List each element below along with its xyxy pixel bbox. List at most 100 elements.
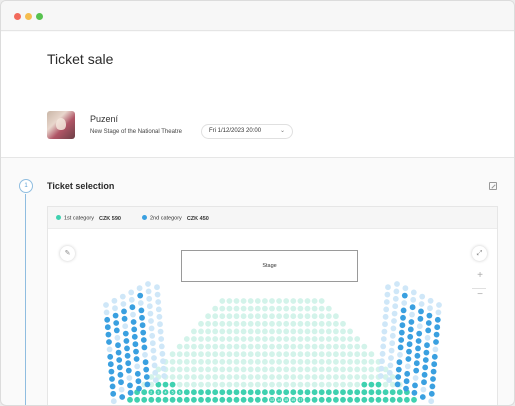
- seat-cat1[interactable]: [240, 305, 247, 312]
- seat-cat1[interactable]: [226, 336, 233, 342]
- seat-cat1[interactable]: [347, 366, 353, 373]
- seat-cat2[interactable]: [148, 318, 154, 324]
- seat-cat1[interactable]: [233, 328, 240, 335]
- seat-cat1[interactable]: [212, 351, 219, 358]
- seat-cat1[interactable]: [311, 336, 318, 342]
- seat-cat2[interactable]: [398, 337, 405, 343]
- seat-cat1[interactable]: [347, 351, 353, 358]
- seat-cat1[interactable]: [247, 389, 254, 396]
- seat-cat1[interactable]: [176, 351, 183, 358]
- seat-cat1[interactable]: [240, 381, 247, 388]
- seat-cat2[interactable]: [160, 365, 167, 372]
- seat-cat2[interactable]: [424, 342, 430, 349]
- seat-cat2[interactable]: [409, 304, 416, 311]
- seat-cat1[interactable]: [269, 358, 275, 365]
- seat-cat1[interactable]: [226, 381, 233, 388]
- seat-cat1[interactable]: [183, 396, 190, 403]
- seat-cat1[interactable]: [269, 336, 275, 342]
- seat-cat1[interactable]: [375, 396, 382, 403]
- seat-cat1[interactable]: [382, 389, 389, 396]
- seat-cat1[interactable]: [240, 313, 247, 320]
- seat-cat1[interactable]: [333, 343, 339, 350]
- seat-cat1[interactable]: [205, 374, 212, 380]
- seat-cat1[interactable]: [198, 336, 204, 342]
- seat-cat2[interactable]: [383, 299, 390, 305]
- seat-cat1[interactable]: [198, 366, 204, 373]
- seat-cat1[interactable]: [276, 343, 282, 350]
- seat-cat2[interactable]: [124, 352, 131, 359]
- seat-cat1[interactable]: [325, 389, 332, 396]
- seat-cat2[interactable]: [432, 346, 439, 353]
- seat-cat1[interactable]: [183, 343, 190, 350]
- seat-cat1[interactable]: [254, 313, 261, 320]
- seat-cat2[interactable]: [392, 303, 399, 310]
- seat-cat2[interactable]: [104, 316, 111, 323]
- seat-cat1[interactable]: [269, 343, 275, 350]
- seat-cat2[interactable]: [397, 344, 404, 351]
- seat-cat2[interactable]: [130, 311, 136, 318]
- seat-cat1[interactable]: [354, 374, 361, 380]
- seat-cat2[interactable]: [157, 321, 163, 328]
- seat-cat1[interactable]: [191, 336, 197, 342]
- seat-cat1[interactable]: [176, 358, 183, 365]
- seat-cat1[interactable]: [233, 305, 240, 312]
- seat-cat1[interactable]: [333, 351, 339, 358]
- seat-cat1[interactable]: [148, 396, 155, 403]
- seat-cat1[interactable]: [304, 351, 311, 358]
- seat-cat1[interactable]: [276, 351, 282, 358]
- seat-cat2[interactable]: [124, 345, 130, 352]
- seat-cat1[interactable]: [262, 298, 268, 304]
- seat-cat1[interactable]: [283, 366, 290, 373]
- seat-cat1[interactable]: [254, 396, 261, 403]
- seat-cat1[interactable]: [254, 358, 261, 365]
- seat-cat1[interactable]: [361, 389, 368, 396]
- seat-cat1[interactable]: [226, 298, 233, 304]
- seat-cat2[interactable]: [405, 356, 412, 362]
- seat-cat1[interactable]: [290, 374, 297, 380]
- seat-cat1[interactable]: [325, 320, 332, 327]
- seat-cat1[interactable]: [212, 336, 219, 342]
- seat-cat2[interactable]: [403, 385, 409, 392]
- seat-cat1[interactable]: [205, 389, 212, 396]
- seat-cat2[interactable]: [411, 389, 418, 396]
- seat-cat2[interactable]: [140, 337, 147, 343]
- seat-cat1[interactable]: [247, 381, 254, 388]
- seat-cat2[interactable]: [107, 353, 114, 360]
- seat-cat1[interactable]: [354, 366, 361, 373]
- seat-cat1[interactable]: [318, 381, 325, 388]
- seat-cat2[interactable]: [401, 292, 408, 299]
- seat-cat2[interactable]: [417, 315, 424, 322]
- seat-cat1[interactable]: [247, 305, 254, 312]
- seat-cat1[interactable]: [354, 381, 361, 388]
- seat-cat1[interactable]: [276, 336, 282, 342]
- seat-cat1[interactable]: [304, 374, 311, 380]
- seat-cat2[interactable]: [386, 369, 393, 376]
- seat-cat2[interactable]: [131, 326, 138, 333]
- seat-cat1[interactable]: [240, 336, 247, 342]
- seat-cat1[interactable]: [311, 343, 318, 350]
- seat-cat2[interactable]: [431, 353, 438, 360]
- seat-cat1[interactable]: [304, 389, 311, 396]
- seat-cat1[interactable]: [226, 358, 233, 365]
- seat-cat1[interactable]: [162, 381, 169, 388]
- seat-cat1[interactable]: [361, 343, 368, 350]
- seat-cat2[interactable]: [427, 297, 434, 304]
- seat-cat1[interactable]: [297, 305, 304, 312]
- seat-cat1[interactable]: [219, 336, 226, 342]
- seat-cat2[interactable]: [142, 359, 149, 366]
- seat-cat1[interactable]: [304, 313, 311, 320]
- seat-cat2[interactable]: [398, 329, 405, 336]
- seat-cat1[interactable]: [318, 374, 325, 380]
- seat-cat2[interactable]: [119, 293, 126, 300]
- seat-cat1[interactable]: [354, 389, 361, 396]
- seat-cat1[interactable]: [247, 358, 254, 365]
- seat-cat1[interactable]: [269, 381, 275, 388]
- seat-cat2[interactable]: [137, 300, 144, 306]
- seat-cat1[interactable]: [297, 343, 304, 350]
- seat-cat2[interactable]: [151, 362, 158, 369]
- seat-cat1[interactable]: [233, 389, 240, 396]
- seat-cat2[interactable]: [403, 378, 410, 385]
- seat-cat1[interactable]: [233, 381, 240, 388]
- seat-cat1[interactable]: [290, 389, 297, 396]
- seat-cat2[interactable]: [156, 313, 163, 320]
